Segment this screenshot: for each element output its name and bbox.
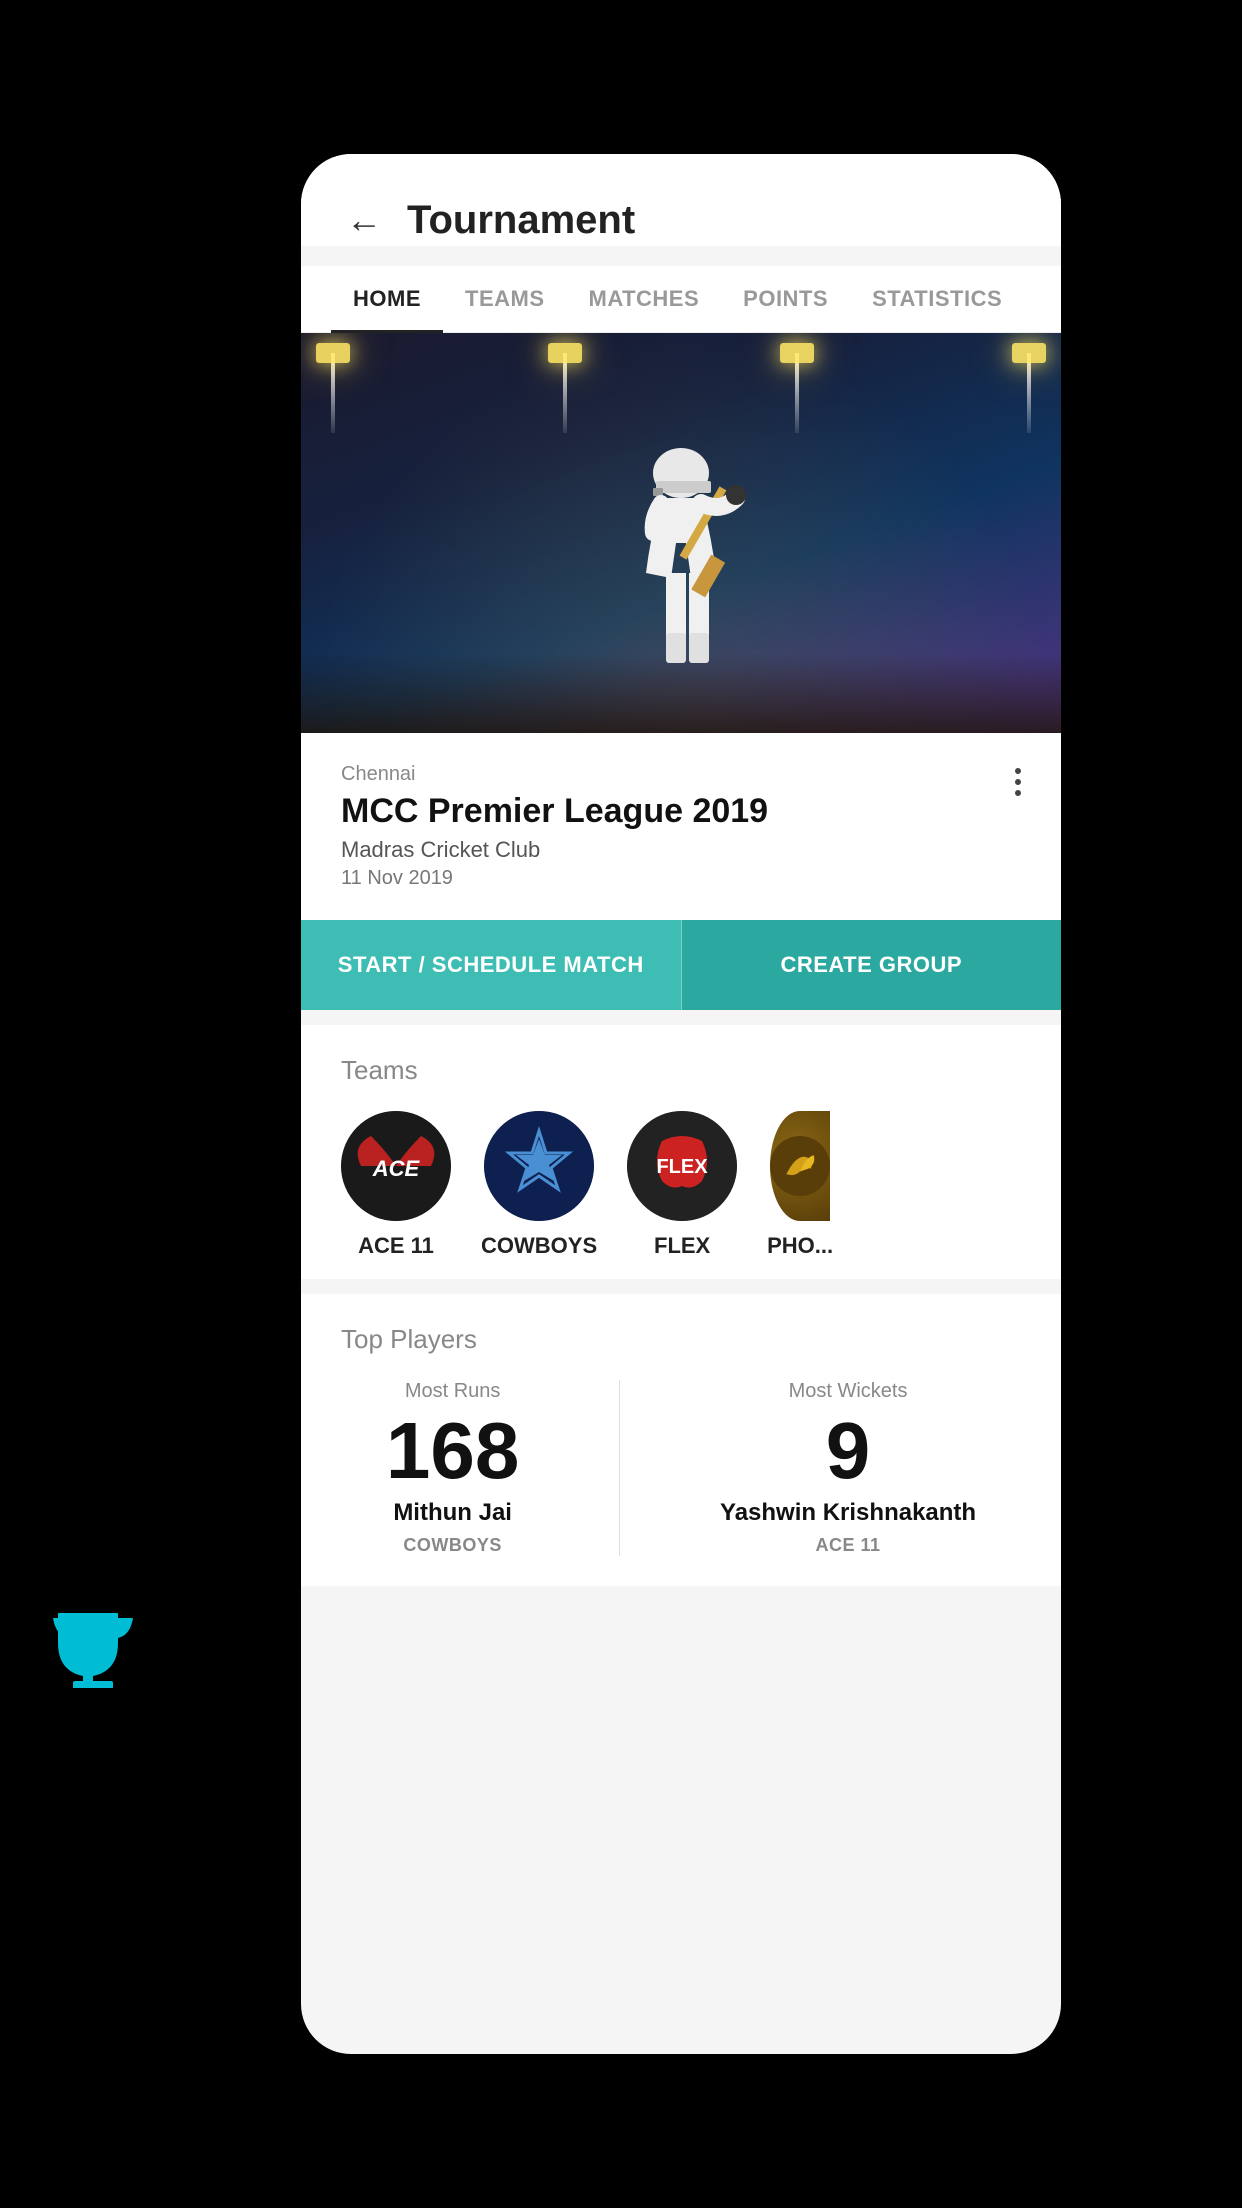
most-wickets-value: 9 [826,1411,871,1491]
most-wickets-player: Yashwin Krishnakanth [720,1499,976,1527]
more-options-button[interactable] [1015,768,1021,796]
most-runs-team: COWBOYS [403,1535,502,1556]
tournament-org: Madras Cricket Club [341,837,1021,863]
team-item-flex[interactable]: FLEX FLEX [627,1111,737,1259]
most-wickets-stat: Most Wickets 9 Yashwin Krishnakanth ACE … [720,1380,976,1556]
light-tower-center-left [563,353,567,433]
tournament-name: MCC Premier League 2019 [341,792,1021,831]
players-grid: Most Runs 168 Mithun Jai COWBOYS Most Wi… [341,1380,1021,1556]
most-runs-value: 168 [386,1411,519,1491]
more-dot-2 [1015,779,1021,785]
team-avatar-ace: ACE [341,1111,451,1221]
light-tower-right [1027,353,1031,433]
cricketer-figure [591,413,771,733]
teams-section: Teams ACE ACE 11 [301,1025,1061,1279]
tab-statistics[interactable]: STATISTICS [850,266,1024,332]
top-players-title: Top Players [341,1324,1021,1355]
team-avatar-phoenix [770,1111,830,1221]
header: ← Tournament [301,154,1061,246]
most-wickets-label: Most Wickets [789,1380,908,1403]
most-wickets-team: ACE 11 [816,1535,881,1556]
back-button[interactable]: ← [341,194,387,246]
top-players-section: Top Players Most Runs 168 Mithun Jai COW… [301,1294,1061,1586]
phone-shell: ← Tournament HOME TEAMS MATCHES POINTS S… [301,154,1061,2054]
team-name-cowboys: COWBOYS [481,1233,597,1259]
tab-teams[interactable]: TEAMS [443,266,567,332]
schedule-match-button[interactable]: START / SCHEDULE MATCH [301,920,682,1010]
light-tower-left [331,353,335,433]
svg-text:ACE: ACE [372,1156,421,1181]
tournament-date: 11 Nov 2019 [341,867,1021,890]
create-group-button[interactable]: CREATE GROUP [682,920,1062,1010]
tab-home[interactable]: HOME [331,266,443,332]
team-name-flex: FLEX [654,1233,710,1259]
team-item-ace[interactable]: ACE ACE 11 [341,1111,451,1259]
teams-section-title: Teams [341,1055,1021,1086]
team-name-ace: ACE 11 [358,1233,434,1259]
tab-points[interactable]: POINTS [721,266,850,332]
action-buttons: START / SCHEDULE MATCH CREATE GROUP [301,920,1061,1010]
more-dot-1 [1015,768,1021,774]
trophy-icon [48,1608,138,1688]
tab-matches[interactable]: MATCHES [567,266,722,332]
tournament-info: Chennai MCC Premier League 2019 Madras C… [301,733,1061,920]
team-name-phoenix: PHO... [767,1233,833,1259]
page-title: Tournament [407,198,635,243]
teams-list: ACE ACE 11 COWBOYS [341,1111,1021,1259]
tournament-city: Chennai [341,763,1021,786]
most-runs-label: Most Runs [405,1380,501,1403]
light-tower-center-right [795,353,799,433]
team-avatar-cowboys [484,1111,594,1221]
team-avatar-flex: FLEX [627,1111,737,1221]
team-item-phoenix[interactable]: PHO... [767,1111,833,1259]
most-runs-player: Mithun Jai [393,1499,512,1527]
more-dot-3 [1015,790,1021,796]
tab-bar: HOME TEAMS MATCHES POINTS STATISTICS [301,266,1061,333]
team-item-cowboys[interactable]: COWBOYS [481,1111,597,1259]
most-runs-stat: Most Runs 168 Mithun Jai COWBOYS [386,1380,519,1556]
hero-banner [301,333,1061,733]
svg-text:FLEX: FLEX [657,1156,709,1178]
stats-divider [619,1380,620,1556]
